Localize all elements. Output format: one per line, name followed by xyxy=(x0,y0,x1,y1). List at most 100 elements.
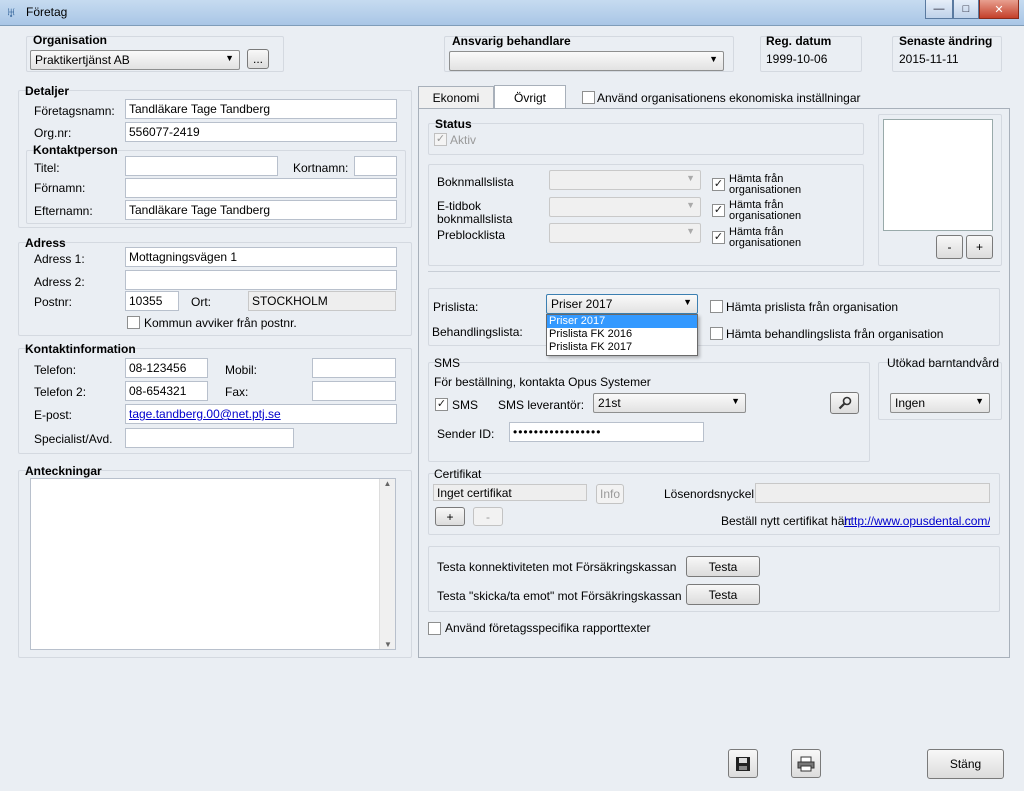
chevron-down-icon: ▼ xyxy=(731,396,740,406)
reg-datum-label: Reg. datum xyxy=(766,34,832,48)
fk-test1-button[interactable]: Testa xyxy=(686,556,760,577)
tab-ekonomi[interactable]: Ekonomi xyxy=(418,86,494,108)
sms-settings-button[interactable] xyxy=(830,392,859,414)
ort-input: STOCKHOLM xyxy=(248,291,396,311)
foretagsnamn-label: Företagsnamn: xyxy=(34,104,115,118)
tab-ovrigt[interactable]: Övrigt xyxy=(494,85,566,109)
telefon2-input[interactable]: 08-654321 xyxy=(125,381,208,401)
save-button[interactable] xyxy=(728,749,758,778)
preblock-label: Preblocklista xyxy=(437,228,506,242)
organisation-value: Praktikertjänst AB xyxy=(35,53,130,67)
chevron-down-icon: ▼ xyxy=(686,226,695,236)
rapporttexter-label: Använd företagsspecifika rapporttexter xyxy=(445,621,651,635)
prislista-label: Prislista: xyxy=(433,300,479,314)
minimize-button[interactable]: — xyxy=(925,0,953,19)
sender-id-label: Sender ID: xyxy=(437,427,495,441)
chevron-down-icon: ▼ xyxy=(686,200,695,210)
adress2-input[interactable] xyxy=(125,270,397,290)
anteckningar-scrollbar[interactable]: ▲ ▼ xyxy=(379,479,395,649)
epost-input[interactable]: tage.tandberg.00@net.ptj.se xyxy=(125,404,397,424)
ansvarig-combo[interactable]: ▼ xyxy=(449,51,724,71)
bestall-certifikat-link[interactable]: http://www.opusdental.com/se xyxy=(844,514,990,528)
certifikat-add-button[interactable]: + xyxy=(435,507,465,526)
status-group xyxy=(428,123,864,155)
fornamn-input[interactable] xyxy=(125,178,397,198)
behandlingslista-label: Behandlingslista: xyxy=(432,325,523,339)
fornamn-label: Förnamn: xyxy=(34,181,86,195)
behandlingslista-hamta-checkbox[interactable] xyxy=(710,327,723,340)
fk-test2-button[interactable]: Testa xyxy=(686,584,760,605)
prislista-option[interactable]: Prislista FK 2016 xyxy=(547,328,697,341)
certifikat-remove-button: - xyxy=(473,507,503,526)
postnr-input[interactable]: 10355 xyxy=(125,291,179,311)
scroll-down-icon[interactable]: ▼ xyxy=(380,640,396,649)
etidbok-hamta-checkbox[interactable]: ✓ xyxy=(712,204,725,217)
anteckningar-textarea[interactable] xyxy=(30,478,396,650)
boknmall-combo: ▼ xyxy=(549,170,701,190)
rapporttexter-checkbox[interactable] xyxy=(428,622,441,635)
etidbok-combo: ▼ xyxy=(549,197,701,217)
print-button[interactable] xyxy=(791,749,821,778)
chevron-down-icon: ▼ xyxy=(225,53,234,63)
image-add-button[interactable]: + xyxy=(966,235,993,259)
boknmall-label: Boknmallslista xyxy=(437,175,514,189)
sms-checkbox[interactable]: ✓ xyxy=(435,398,448,411)
specialist-input[interactable] xyxy=(125,428,294,448)
adress1-input[interactable]: Mottagningsvägen 1 xyxy=(125,247,397,267)
scroll-up-icon[interactable]: ▲ xyxy=(380,479,395,488)
use-org-settings-label: Använd organisationens ekonomiska instäl… xyxy=(597,91,861,105)
certifikat-title: Certifikat xyxy=(434,467,482,481)
sms-leverantor-combo[interactable]: 21st ▼ xyxy=(593,393,746,413)
fax-input[interactable] xyxy=(312,381,396,401)
organisation-browse-button[interactable]: ... xyxy=(247,49,269,69)
close-button[interactable]: Stäng xyxy=(927,749,1004,779)
organisation-combo[interactable]: Praktikertjänst AB ▼ xyxy=(30,50,240,70)
prislista-hamta-checkbox[interactable] xyxy=(710,300,723,313)
divider xyxy=(428,271,1000,272)
barntandvard-combo[interactable]: Ingen ▼ xyxy=(890,393,990,413)
orgnr-input[interactable]: 556077-2419 xyxy=(125,122,397,142)
use-org-settings-checkbox[interactable] xyxy=(582,91,595,104)
prislista-option[interactable]: Priser 2017 xyxy=(547,315,697,328)
prislista-option[interactable]: Prislista FK 2017 xyxy=(547,341,697,354)
close-window-button[interactable]: ✕ xyxy=(979,0,1019,19)
efternamn-label: Efternamn: xyxy=(34,204,93,218)
telefon-input[interactable]: 08-123456 xyxy=(125,358,208,378)
floppy-disk-icon xyxy=(736,756,750,771)
kommun-checkbox[interactable] xyxy=(127,316,140,329)
prislista-dropdown[interactable]: Priser 2017 Prislista FK 2016 Prislista … xyxy=(546,314,698,356)
losenordsnyckel-input xyxy=(755,483,990,503)
sender-id-input[interactable]: ••••••••••••••••• xyxy=(509,422,704,442)
window-title: Företag xyxy=(26,5,68,19)
ort-label: Ort: xyxy=(191,295,211,309)
boknmall-hamta-checkbox[interactable]: ✓ xyxy=(712,178,725,191)
preblock-hamta-checkbox[interactable]: ✓ xyxy=(712,231,725,244)
certifikat-info-button: Info xyxy=(596,484,624,504)
etidbok-label: E-tidbok boknmallslista xyxy=(437,199,513,226)
senaste-andring-label: Senaste ändring xyxy=(899,34,993,48)
kommun-label: Kommun avviker från postnr. xyxy=(144,316,297,330)
maximize-button[interactable]: □ xyxy=(953,0,979,19)
sms-title: SMS xyxy=(434,356,461,370)
postnr-label: Postnr: xyxy=(34,295,73,309)
image-remove-button[interactable]: - xyxy=(936,235,963,259)
fk-test2-label: Testa "skicka/ta emot" mot Försäkringska… xyxy=(437,589,682,603)
mobil-input[interactable] xyxy=(312,358,396,378)
foretagsnamn-input[interactable]: Tandläkare Tage Tandberg xyxy=(125,99,397,119)
titel-input[interactable] xyxy=(125,156,278,176)
efternamn-input[interactable]: Tandläkare Tage Tandberg xyxy=(125,200,397,220)
kortnamn-input[interactable] xyxy=(354,156,397,176)
fax-label: Fax: xyxy=(225,385,249,399)
title-bar: ♅ Företag — □ ✕ xyxy=(0,0,1024,26)
adress2-label: Adress 2: xyxy=(34,275,85,289)
chevron-down-icon: ▼ xyxy=(683,297,692,307)
fk-test1-label: Testa konnektiviteten mot Försäkringskas… xyxy=(437,560,677,574)
prislista-combo[interactable]: Priser 2017 ▼ xyxy=(546,294,698,314)
preblock-hamta-label: Hämta från organisationen xyxy=(729,226,802,249)
epost-label: E-post: xyxy=(34,408,73,422)
specialist-label: Specialist/Avd. xyxy=(34,432,113,446)
aktiv-checkbox: ✓ xyxy=(434,133,447,146)
losenordsnyckel-label: Lösenordsnyckel xyxy=(664,487,755,501)
chevron-down-icon: ▼ xyxy=(975,396,984,406)
reg-datum-value: 1999-10-06 xyxy=(766,52,828,66)
